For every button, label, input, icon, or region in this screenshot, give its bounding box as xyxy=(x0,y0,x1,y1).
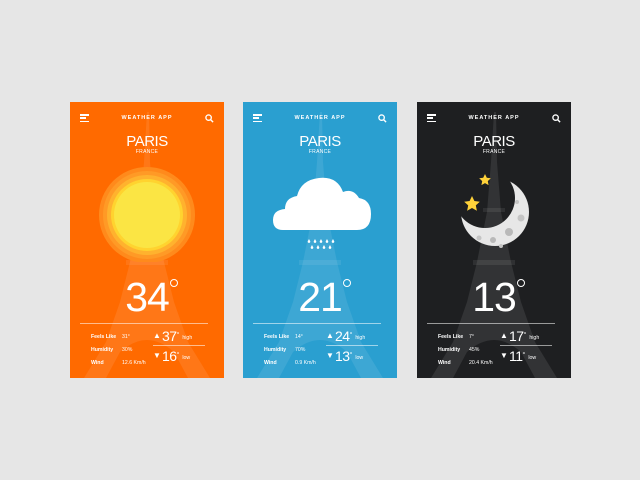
city-name: PARIS xyxy=(473,133,515,150)
high-temperature-row: ▲ 17 ° high xyxy=(500,327,540,344)
hamburger-menu-icon[interactable] xyxy=(253,114,262,122)
arrow-down-icon: ▼ xyxy=(153,351,161,360)
moon-stars-icon xyxy=(461,174,529,248)
divider xyxy=(427,323,555,324)
weather-card-rainy: WEATHER APP PARIS FRANCE 21 Feels Like 14… xyxy=(243,102,397,378)
app-title: WEATHER APP xyxy=(121,115,173,121)
country-name: FRANCE xyxy=(308,149,332,155)
degree-symbol xyxy=(342,279,351,287)
divider xyxy=(153,345,205,346)
top-bar: WEATHER APP xyxy=(253,112,387,124)
low-temperature-row: ▼ 13 ° low xyxy=(326,347,364,364)
hamburger-menu-icon[interactable] xyxy=(427,114,436,122)
arrow-down-icon: ▼ xyxy=(500,351,508,360)
high-temperature-row: ▲ 24 ° high xyxy=(326,327,366,344)
top-bar: WEATHER APP xyxy=(427,112,561,124)
app-title: WEATHER APP xyxy=(468,115,520,121)
high-low-temperatures: ▲ 17 ° high ▼ 11 ° low xyxy=(500,327,560,364)
divider xyxy=(326,345,378,346)
low-temperature-row: ▼ 16 ° low xyxy=(153,347,191,364)
detail-row-wind: Wind 12.6 Km/h xyxy=(91,359,146,366)
degree-symbol xyxy=(169,279,178,287)
detail-row-humidity: Humidity 45% xyxy=(438,346,480,353)
divider xyxy=(253,323,381,324)
country-name: FRANCE xyxy=(482,149,506,155)
search-icon[interactable] xyxy=(552,113,561,123)
sun-icon xyxy=(99,167,195,262)
detail-row-feels-like: Feels Like 14° xyxy=(264,333,303,340)
current-temperature: 21 xyxy=(243,274,397,321)
divider xyxy=(80,323,208,324)
arrow-down-icon: ▼ xyxy=(326,351,334,360)
country-name: FRANCE xyxy=(135,149,159,155)
weather-details: Feels Like 14° Humidity 70% Wind 0.9 Km/h xyxy=(264,330,324,369)
high-low-temperatures: ▲ 24 ° high ▼ 13 ° low xyxy=(326,327,386,364)
weather-details: Feels Like 31° Humidity 30% Wind 12.6 Km/h xyxy=(91,330,151,369)
city-name: PARIS xyxy=(299,133,341,150)
arrow-up-icon: ▲ xyxy=(326,331,334,340)
top-bar: WEATHER APP xyxy=(80,112,214,124)
current-temperature: 13 xyxy=(417,274,571,321)
detail-row-feels-like: Feels Like 7° xyxy=(438,333,474,340)
low-temperature-row: ▼ 11 ° low xyxy=(500,347,537,364)
city-name: PARIS xyxy=(126,133,168,150)
detail-row-feels-like: Feels Like 31° xyxy=(91,333,130,340)
app-title: WEATHER APP xyxy=(294,115,346,121)
current-temperature: 34 xyxy=(70,274,224,321)
detail-row-humidity: Humidity 30% xyxy=(91,346,133,353)
rain-cloud-icon xyxy=(273,177,371,249)
divider xyxy=(500,345,552,346)
detail-row-humidity: Humidity 70% xyxy=(264,346,306,353)
high-low-temperatures: ▲ 37 ° high ▼ 16 ° low xyxy=(153,327,213,364)
detail-row-wind: Wind 0.9 Km/h xyxy=(264,359,316,366)
hamburger-menu-icon[interactable] xyxy=(80,114,89,122)
search-icon[interactable] xyxy=(378,113,387,123)
weather-details: Feels Like 7° Humidity 45% Wind 20.4 Km/h xyxy=(438,330,498,369)
search-icon[interactable] xyxy=(205,113,214,123)
weather-card-night: WEATHER APP PARIS FRANCE 13 Feels Like 7°… xyxy=(417,102,571,378)
degree-symbol xyxy=(516,279,525,287)
weather-card-sunny: WEATHER APP PARIS FRANCE 34 Feels Like 31… xyxy=(70,102,224,378)
detail-row-wind: Wind 20.4 Km/h xyxy=(438,359,493,366)
arrow-up-icon: ▲ xyxy=(153,331,161,340)
arrow-up-icon: ▲ xyxy=(500,331,508,340)
high-temperature-row: ▲ 37 ° high xyxy=(153,327,193,344)
